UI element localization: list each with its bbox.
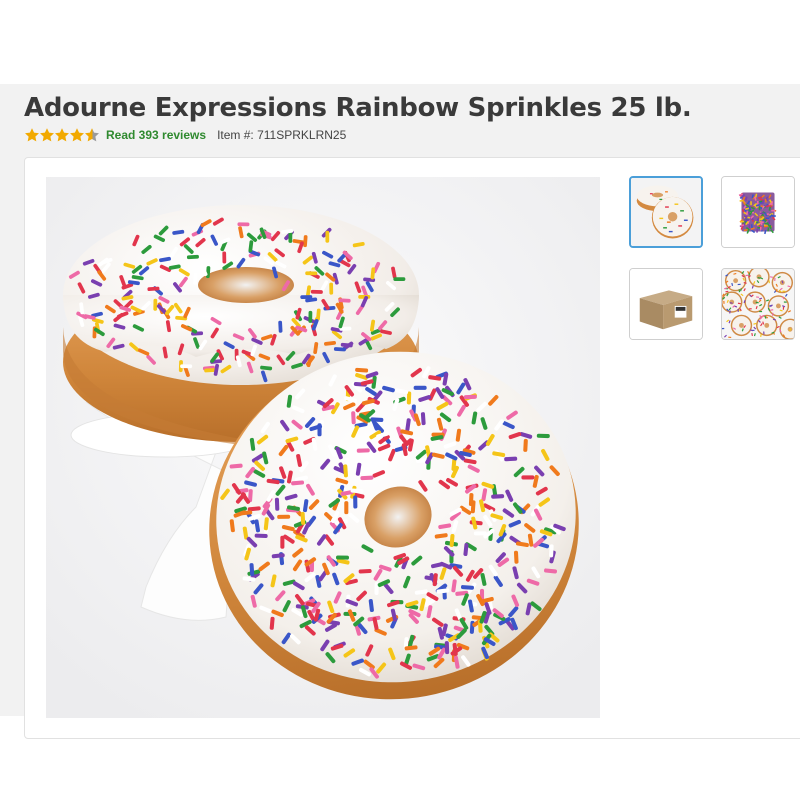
donuts-image xyxy=(46,177,600,718)
star-icon xyxy=(40,128,54,142)
star-rating xyxy=(24,127,99,143)
thumbnail-donut-tray[interactable] xyxy=(721,268,795,340)
product-title: Adourne Expressions Rainbow Sprinkles 25… xyxy=(24,93,692,123)
thumbnail-donuts[interactable] xyxy=(629,176,703,248)
star-icon xyxy=(55,128,69,142)
rating-row: Read 393 reviews Item #: 711SPRKLRN25 xyxy=(24,127,346,143)
main-product-image[interactable] xyxy=(46,177,600,718)
half-star-icon xyxy=(85,128,99,142)
item-number: Item #: 711SPRKLRN25 xyxy=(217,128,347,142)
thumbnail-shipping-box[interactable] xyxy=(629,268,703,340)
star-icon xyxy=(25,128,39,142)
star-icon xyxy=(70,128,84,142)
thumbnail-sprinkles-bag[interactable] xyxy=(721,176,795,248)
read-reviews-link[interactable]: Read 393 reviews xyxy=(106,128,206,142)
